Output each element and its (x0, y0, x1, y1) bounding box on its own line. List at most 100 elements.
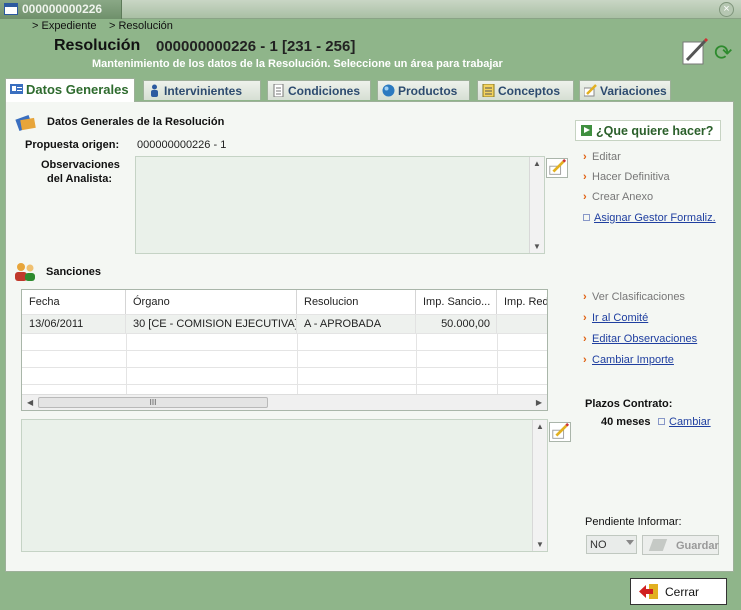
column-header-imp-reducido[interactable]: Imp. Redu (497, 290, 547, 314)
bullet-icon: › (583, 291, 587, 303)
table-cell: 30 [CE - COMISION EJECUTIVA] (126, 315, 297, 333)
tab-variaciones[interactable]: Variaciones (579, 80, 671, 100)
page-title: Resolución (54, 37, 141, 54)
tab-label: Intervinientes (164, 84, 243, 98)
pencil-icon (584, 84, 597, 97)
bullet-icon: › (583, 191, 587, 203)
bullet-icon: › (583, 151, 587, 163)
action-cambiar-importe[interactable]: › Cambiar Importe (583, 354, 674, 366)
tab-label: Datos Generales (26, 82, 129, 97)
cerrar-button[interactable]: Cerrar (630, 578, 727, 605)
action-editar[interactable]: › Editar (583, 151, 621, 163)
books-icon (15, 114, 36, 132)
close-icon[interactable]: × (719, 2, 734, 17)
pendiente-informar-select[interactable]: NO (586, 535, 637, 554)
sanciones-table: Fecha Órgano Resolucion Imp. Sancio... I… (21, 289, 548, 411)
document-icon (273, 84, 284, 97)
table-horizontal-scrollbar[interactable]: ◀ III ▶ (22, 394, 547, 410)
people-icon (15, 263, 35, 281)
tab-label: Productos (398, 84, 458, 98)
table-cell: 50.000,00 (416, 315, 497, 333)
propuesta-origen-label: Propuesta origen: (25, 139, 120, 151)
page-subtitle: Mantenimiento de los datos de la Resoluc… (92, 58, 503, 70)
scrollbar-thumb[interactable]: III (38, 397, 268, 408)
section-title-datos-generales: Datos Generales de la Resolución (47, 116, 225, 128)
action-editar-observaciones[interactable]: › Editar Observaciones (583, 333, 697, 345)
observaciones-label-2: del Analista: (47, 173, 112, 185)
chevron-down-icon (626, 540, 634, 545)
table-cell (497, 315, 547, 333)
cambiar-plazo-link[interactable]: Cambiar (669, 416, 711, 428)
action-label: Asignar Gestor Formaliz. (594, 212, 716, 224)
pendiente-informar-label: Pendiente Informar: (585, 516, 682, 528)
save-icon (648, 539, 668, 551)
edit-sancion-observaciones-button[interactable] (549, 422, 571, 442)
bullet-icon: › (583, 354, 587, 366)
play-icon (581, 125, 592, 136)
action-crear-anexo[interactable]: › Crear Anexo (583, 191, 653, 203)
id-card-icon (10, 84, 23, 94)
bullet-icon: › (583, 312, 587, 324)
column-header-fecha[interactable]: Fecha (22, 290, 126, 314)
observaciones-label: Observaciones (41, 159, 120, 171)
section-title-sanciones: Sanciones (46, 266, 102, 278)
actions-header: ¿Que quiere hacer? (575, 120, 721, 141)
checkbox-icon (658, 418, 665, 425)
action-label: Editar (592, 151, 621, 163)
plazos-contrato-label: Plazos Contrato: (585, 398, 673, 410)
cube-icon (382, 84, 395, 97)
bullet-icon: › (583, 333, 587, 345)
observaciones-scrollbar[interactable]: ▲ ▼ (529, 157, 544, 253)
table-cell: 13/06/2011 (22, 315, 126, 333)
person-icon (151, 84, 158, 97)
cerrar-label: Cerrar (665, 585, 700, 599)
list-icon (482, 84, 495, 97)
column-header-imp-sancion[interactable]: Imp. Sancio... (416, 290, 497, 314)
action-label: Cambiar Importe (592, 354, 674, 366)
actions-header-label: ¿Que quiere hacer? (596, 124, 714, 138)
window-icon (4, 3, 18, 15)
tab-conceptos[interactable]: Conceptos (477, 80, 574, 100)
sancion-observaciones-textarea[interactable] (21, 419, 548, 552)
table-row[interactable]: 13/06/2011 30 [CE - COMISION EJECUTIVA] … (22, 315, 547, 333)
pencil-icon (549, 158, 567, 175)
table-cell: A - APROBADA (297, 315, 416, 333)
tab-datos-generales[interactable]: Datos Generales (5, 78, 135, 102)
refresh-icon[interactable]: ⟳ (714, 42, 738, 64)
checkbox-icon (583, 214, 590, 221)
plazos-contrato-value: 40 meses (601, 416, 651, 428)
guardar-button[interactable]: Guardar (642, 535, 719, 555)
tab-intervinientes[interactable]: Intervinientes (143, 80, 261, 100)
edit-observaciones-button[interactable] (546, 158, 568, 178)
action-label: Hacer Definitiva (592, 171, 670, 183)
select-value: NO (590, 539, 607, 551)
sancion-observaciones-scrollbar[interactable]: ▲ ▼ (532, 420, 547, 551)
action-ver-clasificaciones[interactable]: › Ver Clasificaciones (583, 291, 685, 303)
propuesta-origen-value: 000000000226 - 1 (137, 139, 227, 151)
action-label: Crear Anexo (592, 191, 654, 203)
guardar-label: Guardar (676, 540, 719, 552)
scroll-right-icon[interactable]: ▶ (536, 398, 542, 407)
breadcrumb-resolucion[interactable]: > Resolución (109, 20, 173, 32)
action-ir-al-comite[interactable]: › Ir al Comité (583, 312, 648, 324)
action-asignar-gestor[interactable]: Asignar Gestor Formaliz. (583, 212, 716, 224)
tab-label: Variaciones (600, 84, 667, 98)
tab-label: Condiciones (288, 84, 361, 98)
action-label: Ver Clasificaciones (592, 291, 685, 303)
tab-condiciones[interactable]: Condiciones (267, 80, 371, 100)
tab-productos[interactable]: Productos (377, 80, 470, 100)
exit-arrow-icon (639, 584, 658, 599)
edit-document-icon[interactable] (681, 38, 709, 66)
resolution-number: 000000000226 - 1 [231 - 256] (156, 38, 356, 55)
breadcrumb-expediente[interactable]: > Expediente (32, 20, 97, 32)
pencil-icon (552, 422, 570, 439)
window-title-tab: 000000000226 (0, 0, 122, 19)
tab-label: Conceptos (498, 84, 561, 98)
bullet-icon: › (583, 171, 587, 183)
column-header-organo[interactable]: Órgano (126, 290, 297, 314)
observaciones-textarea[interactable] (135, 156, 545, 254)
window-title: 000000000226 (22, 2, 103, 16)
scroll-left-icon[interactable]: ◀ (27, 398, 33, 407)
column-header-resolucion[interactable]: Resolucion (297, 290, 416, 314)
action-hacer-definitiva[interactable]: › Hacer Definitiva (583, 171, 670, 183)
